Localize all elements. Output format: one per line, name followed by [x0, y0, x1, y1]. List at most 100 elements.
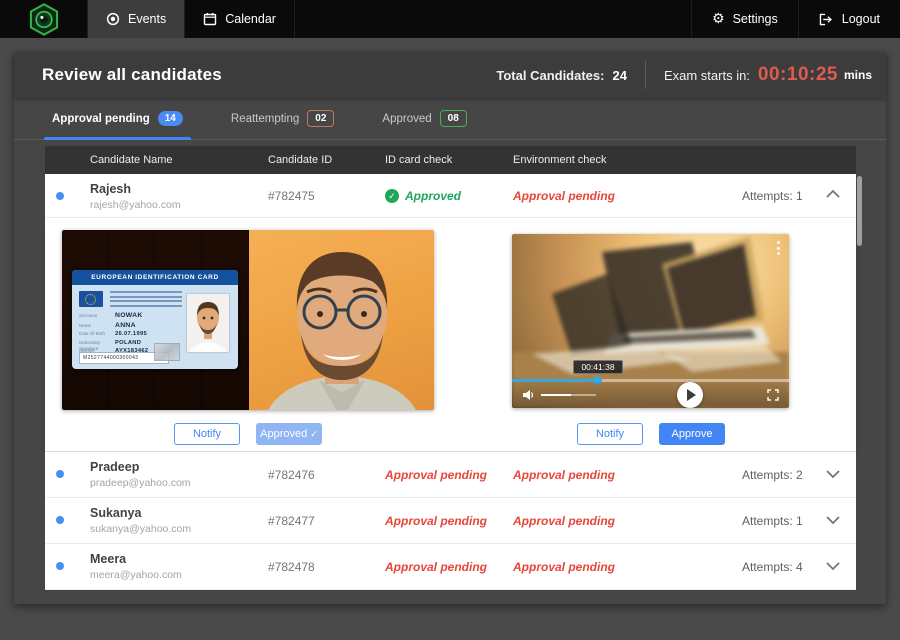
nav-tab-events[interactable]: Events — [88, 0, 185, 38]
header-stats: Total Candidates: 24 Exam starts in: 00:… — [496, 61, 872, 89]
volume-control[interactable] — [522, 389, 612, 401]
candidates-table: Candidate Name Candidate ID ID card chec… — [45, 146, 856, 590]
record-icon — [106, 12, 120, 26]
id-card-check-cell: Approval pending — [385, 452, 487, 497]
id-approved-button[interactable]: Approved ✓ — [256, 423, 322, 445]
total-candidates-value: 24 — [612, 68, 626, 83]
status-dot — [56, 470, 64, 478]
volume-slider[interactable] — [541, 394, 596, 396]
calendar-icon — [203, 12, 217, 26]
chevron-down-icon[interactable] — [825, 561, 843, 575]
attempts-count: Attempts: 1 — [742, 174, 803, 218]
approved-check-icon: ✓ — [385, 189, 399, 203]
table-row[interactable]: Rajesh rajesh@yahoo.com #782475 ✓ Approv… — [45, 174, 856, 218]
gear-icon: ⚙ — [712, 12, 725, 26]
chevron-down-icon[interactable] — [825, 515, 843, 529]
field-value: 26.07.1995 — [115, 331, 147, 337]
eu-flag-icon — [79, 291, 103, 307]
id-notify-button[interactable]: Notify — [174, 423, 240, 445]
tab-approval-pending[interactable]: Approval pending 14 — [44, 98, 191, 139]
table-row[interactable]: Sukanya sukanya@yahoo.com #782477 Approv… — [45, 498, 856, 544]
field-label: Surname — [79, 313, 115, 318]
candidate-name-cell: Pradeep pradeep@yahoo.com — [90, 460, 191, 489]
hexagon-lens-logo-icon — [29, 3, 59, 36]
proctoring-dashboard: Events Calendar ⚙ Settings Logout Review… — [0, 0, 900, 640]
tab-reattempting[interactable]: Reattempting 02 — [223, 98, 343, 139]
candidate-id: #782477 — [268, 498, 315, 544]
env-approve-button[interactable]: Approve — [659, 423, 725, 445]
exam-countdown-timer: 00:10:25 — [758, 64, 838, 86]
european-id-card: EUROPEAN IDENTIFICATION CARD SurnameNOWA… — [72, 270, 238, 369]
col-candidate-id: Candidate ID — [268, 146, 332, 174]
status-dot — [56, 516, 64, 524]
candidate-selfie-illustration — [249, 230, 434, 410]
environment-check-cell: Approval pending — [513, 174, 615, 217]
id-card-title: EUROPEAN IDENTIFICATION CARD — [72, 270, 238, 285]
candidate-name: Pradeep — [90, 460, 191, 474]
col-id-card-check: ID card check — [385, 146, 452, 174]
candidate-name: Rajesh — [90, 182, 181, 196]
environment-status: Approval pending — [513, 189, 615, 203]
candidate-name: Meera — [90, 552, 182, 566]
tab-approved[interactable]: Approved 08 — [374, 98, 474, 139]
id-card-check-cell: Approval pending — [385, 498, 487, 543]
id-card-fineprint — [110, 291, 182, 309]
play-button[interactable] — [677, 382, 703, 408]
fullscreen-icon[interactable] — [767, 389, 779, 401]
field-label: Name — [79, 323, 115, 328]
attempts-count: Attempts: 2 — [742, 452, 803, 498]
video-controls — [512, 382, 789, 408]
candidate-id: #782478 — [268, 544, 315, 590]
id-card-hologram — [154, 343, 180, 361]
environment-check-cell: Approval pending — [513, 544, 615, 589]
video-more-options-icon[interactable] — [777, 241, 781, 258]
table-body: Rajesh rajesh@yahoo.com #782475 ✓ Approv… — [45, 174, 856, 590]
logout-label: Logout — [842, 12, 880, 26]
environment-check-cell: Approval pending — [513, 452, 615, 497]
id-card-status: Approval pending — [385, 468, 487, 482]
environment-status: Approval pending — [513, 468, 615, 482]
id-card-photo — [187, 294, 229, 352]
environment-video-player: 00:41:38 — [512, 234, 789, 408]
top-nav: Events Calendar ⚙ Settings Logout — [0, 0, 900, 38]
attempts-count: Attempts: 4 — [742, 544, 803, 590]
volume-icon — [522, 389, 535, 401]
table-row[interactable]: Pradeep pradeep@yahoo.com #782476 Approv… — [45, 452, 856, 498]
environment-check-cell: Approval pending — [513, 498, 615, 543]
table-header: Candidate Name Candidate ID ID card chec… — [45, 146, 856, 174]
nav-tab-label: Events — [128, 12, 166, 26]
id-card-check-cell: ✓ Approved — [385, 174, 461, 217]
settings-button[interactable]: ⚙ Settings — [691, 0, 798, 38]
attempts-count: Attempts: 1 — [742, 498, 803, 544]
nav-tab-calendar[interactable]: Calendar — [185, 0, 295, 38]
table-scrollbar[interactable] — [857, 176, 862, 246]
logout-button[interactable]: Logout — [798, 0, 900, 38]
id-card-status: Approved — [405, 189, 461, 203]
candidate-name-cell: Meera meera@yahoo.com — [90, 552, 182, 581]
nav-spacer — [295, 0, 691, 38]
id-verification-image: EUROPEAN IDENTIFICATION CARD SurnameNOWA… — [62, 230, 434, 410]
table-row[interactable]: Meera meera@yahoo.com #782478 Approval p… — [45, 544, 856, 590]
page-title: Review all candidates — [42, 65, 222, 85]
expanded-candidate-panel: EUROPEAN IDENTIFICATION CARD SurnameNOWA… — [45, 218, 856, 452]
status-dot — [56, 192, 64, 200]
candidate-name-cell: Rajesh rajesh@yahoo.com — [90, 182, 181, 211]
play-wrap — [612, 382, 767, 408]
environment-status: Approval pending — [513, 560, 615, 574]
brand-logo[interactable] — [0, 0, 88, 38]
status-tabs: Approval pending 14 Reattempting 02 Appr… — [14, 98, 886, 140]
candidate-id: #782475 — [268, 174, 315, 218]
tab-label: Reattempting — [231, 113, 299, 125]
id-card-status: Approval pending — [385, 514, 487, 528]
tab-count-badge: 02 — [307, 110, 334, 127]
field-value: ANNA — [115, 322, 136, 329]
candidate-name-cell: Sukanya sukanya@yahoo.com — [90, 506, 191, 535]
card-header: Review all candidates Total Candidates: … — [14, 52, 886, 98]
field-label: Nationality — [79, 340, 115, 345]
chevron-up-icon[interactable] — [825, 189, 843, 203]
tab-label: Approval pending — [52, 113, 150, 125]
field-label: Date Of Birth — [79, 331, 115, 336]
env-notify-button[interactable]: Notify — [577, 423, 643, 445]
tab-count-badge: 08 — [440, 110, 467, 127]
chevron-down-icon[interactable] — [825, 469, 843, 483]
